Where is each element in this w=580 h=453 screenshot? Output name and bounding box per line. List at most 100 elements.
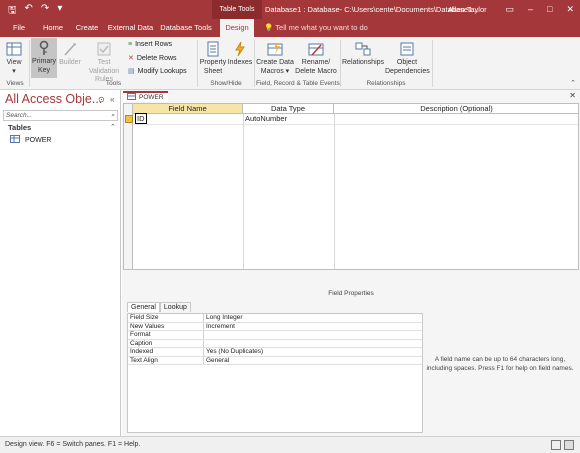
- test-validation-rules-button[interactable]: Test Validation Rules: [82, 39, 126, 85]
- nav-collapse-icon[interactable]: «: [110, 95, 114, 104]
- property-value[interactable]: [204, 331, 206, 339]
- delete-rows-button[interactable]: ✕ Delete Rows: [128, 54, 177, 63]
- property-sheet-button[interactable]: Property Sheet: [199, 39, 227, 76]
- property-row[interactable]: Caption: [128, 339, 422, 348]
- quick-access-toolbar: 🖫 ↶ ↷ ▾: [8, 3, 62, 20]
- customize-qat-icon[interactable]: ▾: [57, 3, 62, 20]
- collapse-ribbon-icon[interactable]: ⌃: [570, 79, 576, 87]
- test-validation-label-1: Test Validation: [88, 59, 120, 75]
- maximize-icon[interactable]: □: [547, 0, 552, 19]
- create-data-macros-label-2: Macros ▾: [260, 67, 290, 75]
- field-help-text: A field name can be up to 64 characters …: [426, 356, 574, 372]
- property-row[interactable]: New Values Increment: [128, 322, 422, 331]
- row-selector-column: [124, 104, 133, 269]
- relationships-label: Relationships: [342, 59, 385, 66]
- view-switcher: [551, 440, 574, 450]
- document-tab-label: POWER: [139, 94, 164, 101]
- property-name: Caption: [128, 339, 204, 347]
- rename-delete-macro-button[interactable]: Rename/ Delete Macro: [294, 39, 338, 76]
- relationships-button[interactable]: Relationships: [342, 39, 384, 68]
- ribbon-display-icon[interactable]: ▭: [505, 0, 514, 19]
- field-name-value: ID: [135, 113, 147, 124]
- property-name: Text Align: [128, 356, 204, 364]
- primary-key-label-2: Key: [37, 66, 51, 74]
- tab-lookup[interactable]: Lookup: [159, 302, 191, 312]
- tab-external-data[interactable]: External Data: [107, 19, 154, 37]
- property-row[interactable]: Indexed Yes (No Duplicates): [128, 348, 422, 357]
- table-design-grid: Field Name Data Type Description (Option…: [123, 103, 579, 270]
- column-divider: [243, 114, 244, 269]
- cell-data-type[interactable]: AutoNumber: [243, 114, 334, 125]
- tab-design[interactable]: Design: [220, 19, 254, 37]
- user-name[interactable]: Allen Taylor: [448, 0, 487, 19]
- cell-field-name[interactable]: ID: [133, 113, 243, 125]
- lookup-icon: ▤: [128, 68, 135, 75]
- property-value[interactable]: Increment: [204, 323, 235, 331]
- nav-search-input[interactable]: Search... ⌕: [3, 110, 118, 121]
- modify-lookups-button[interactable]: ▤ Modify Lookups: [128, 67, 187, 76]
- context-tab-label: Table Tools: [212, 0, 262, 19]
- minimize-icon[interactable]: –: [528, 0, 533, 19]
- object-dependencies-label-1: Object: [396, 59, 418, 66]
- window-title: Database1 : Database- C:\Users\cente\Doc…: [265, 5, 479, 14]
- property-value[interactable]: General: [204, 357, 229, 365]
- property-name: Format: [128, 331, 204, 339]
- modify-lookups-label: Modify Lookups: [137, 67, 187, 75]
- macro-icon: [267, 41, 283, 57]
- tab-create[interactable]: Create: [74, 19, 100, 37]
- nav-item-power[interactable]: POWER: [10, 135, 51, 145]
- document-tab-power[interactable]: POWER: [123, 91, 168, 102]
- property-row[interactable]: Field Size Long Integer: [128, 314, 422, 323]
- chevron-up-icon[interactable]: ⌃: [110, 123, 116, 131]
- group-separator: [29, 40, 30, 87]
- column-header-field-name[interactable]: Field Name: [133, 104, 243, 114]
- redo-icon[interactable]: ↷: [41, 3, 49, 20]
- datasheet-view-icon: [6, 41, 22, 57]
- undo-icon[interactable]: ↶: [25, 3, 33, 20]
- tab-home[interactable]: Home: [40, 19, 66, 37]
- wand-icon: [62, 41, 78, 57]
- property-name: New Values: [128, 322, 204, 330]
- datasheet-view-icon[interactable]: [551, 440, 561, 450]
- object-dependencies-button[interactable]: Object Dependencies: [385, 39, 430, 76]
- indexes-button[interactable]: Indexes: [227, 39, 253, 68]
- document-area: POWER ✕ Field Name Data Type Description…: [122, 90, 580, 436]
- property-row[interactable]: Text Align General: [128, 356, 422, 365]
- column-header-data-type[interactable]: Data Type: [243, 104, 334, 114]
- tell-me-search[interactable]: 💡 Tell me what you want to do: [264, 19, 368, 37]
- builder-button[interactable]: Builder: [58, 39, 82, 68]
- nav-pane-title[interactable]: All Access Obje...: [5, 92, 102, 106]
- view-label: View: [6, 59, 22, 66]
- tab-database-tools[interactable]: Database Tools: [160, 19, 212, 37]
- tab-file[interactable]: File: [8, 19, 30, 37]
- close-document-icon[interactable]: ✕: [569, 91, 576, 100]
- property-value[interactable]: [204, 340, 206, 348]
- relationships-icon: [355, 41, 371, 57]
- column-header-description[interactable]: Description (Optional): [334, 104, 578, 114]
- insert-rows-button[interactable]: ≡ Insert Rows: [128, 41, 172, 48]
- design-view-icon[interactable]: [564, 440, 574, 450]
- column-divider: [334, 114, 335, 269]
- group-label-views: Views: [6, 80, 24, 87]
- property-value[interactable]: Long Integer: [204, 314, 243, 322]
- view-button[interactable]: View ▾: [3, 39, 25, 76]
- ribbon-tab-bar: File Home Create External Data Database …: [0, 19, 580, 37]
- nav-group-tables[interactable]: Tables: [8, 123, 31, 132]
- tab-general[interactable]: General: [127, 302, 160, 312]
- property-row[interactable]: Format: [128, 331, 422, 340]
- search-icon: ⌕: [111, 112, 115, 119]
- close-icon[interactable]: ✕: [566, 0, 574, 19]
- primary-key-row-icon[interactable]: [125, 115, 133, 123]
- key-icon: [36, 40, 52, 56]
- property-value[interactable]: Yes (No Duplicates): [204, 348, 263, 356]
- ribbon: View ▾ Views Primary Key Builder Test Va…: [0, 37, 580, 90]
- lightbulb-icon: 💡: [264, 23, 274, 32]
- create-data-macros-button[interactable]: Create Data Macros ▾: [256, 39, 294, 76]
- delete-rows-label: Delete Rows: [136, 54, 177, 62]
- nav-menu-dropdown-icon[interactable]: ⊙: [98, 95, 105, 104]
- primary-key-button[interactable]: Primary Key: [31, 38, 57, 78]
- save-icon[interactable]: 🖫: [8, 3, 17, 20]
- cell-description[interactable]: [334, 114, 578, 125]
- rename-delete-macro-label-1: Rename/: [301, 59, 331, 66]
- primary-key-label-1: Primary: [31, 58, 57, 65]
